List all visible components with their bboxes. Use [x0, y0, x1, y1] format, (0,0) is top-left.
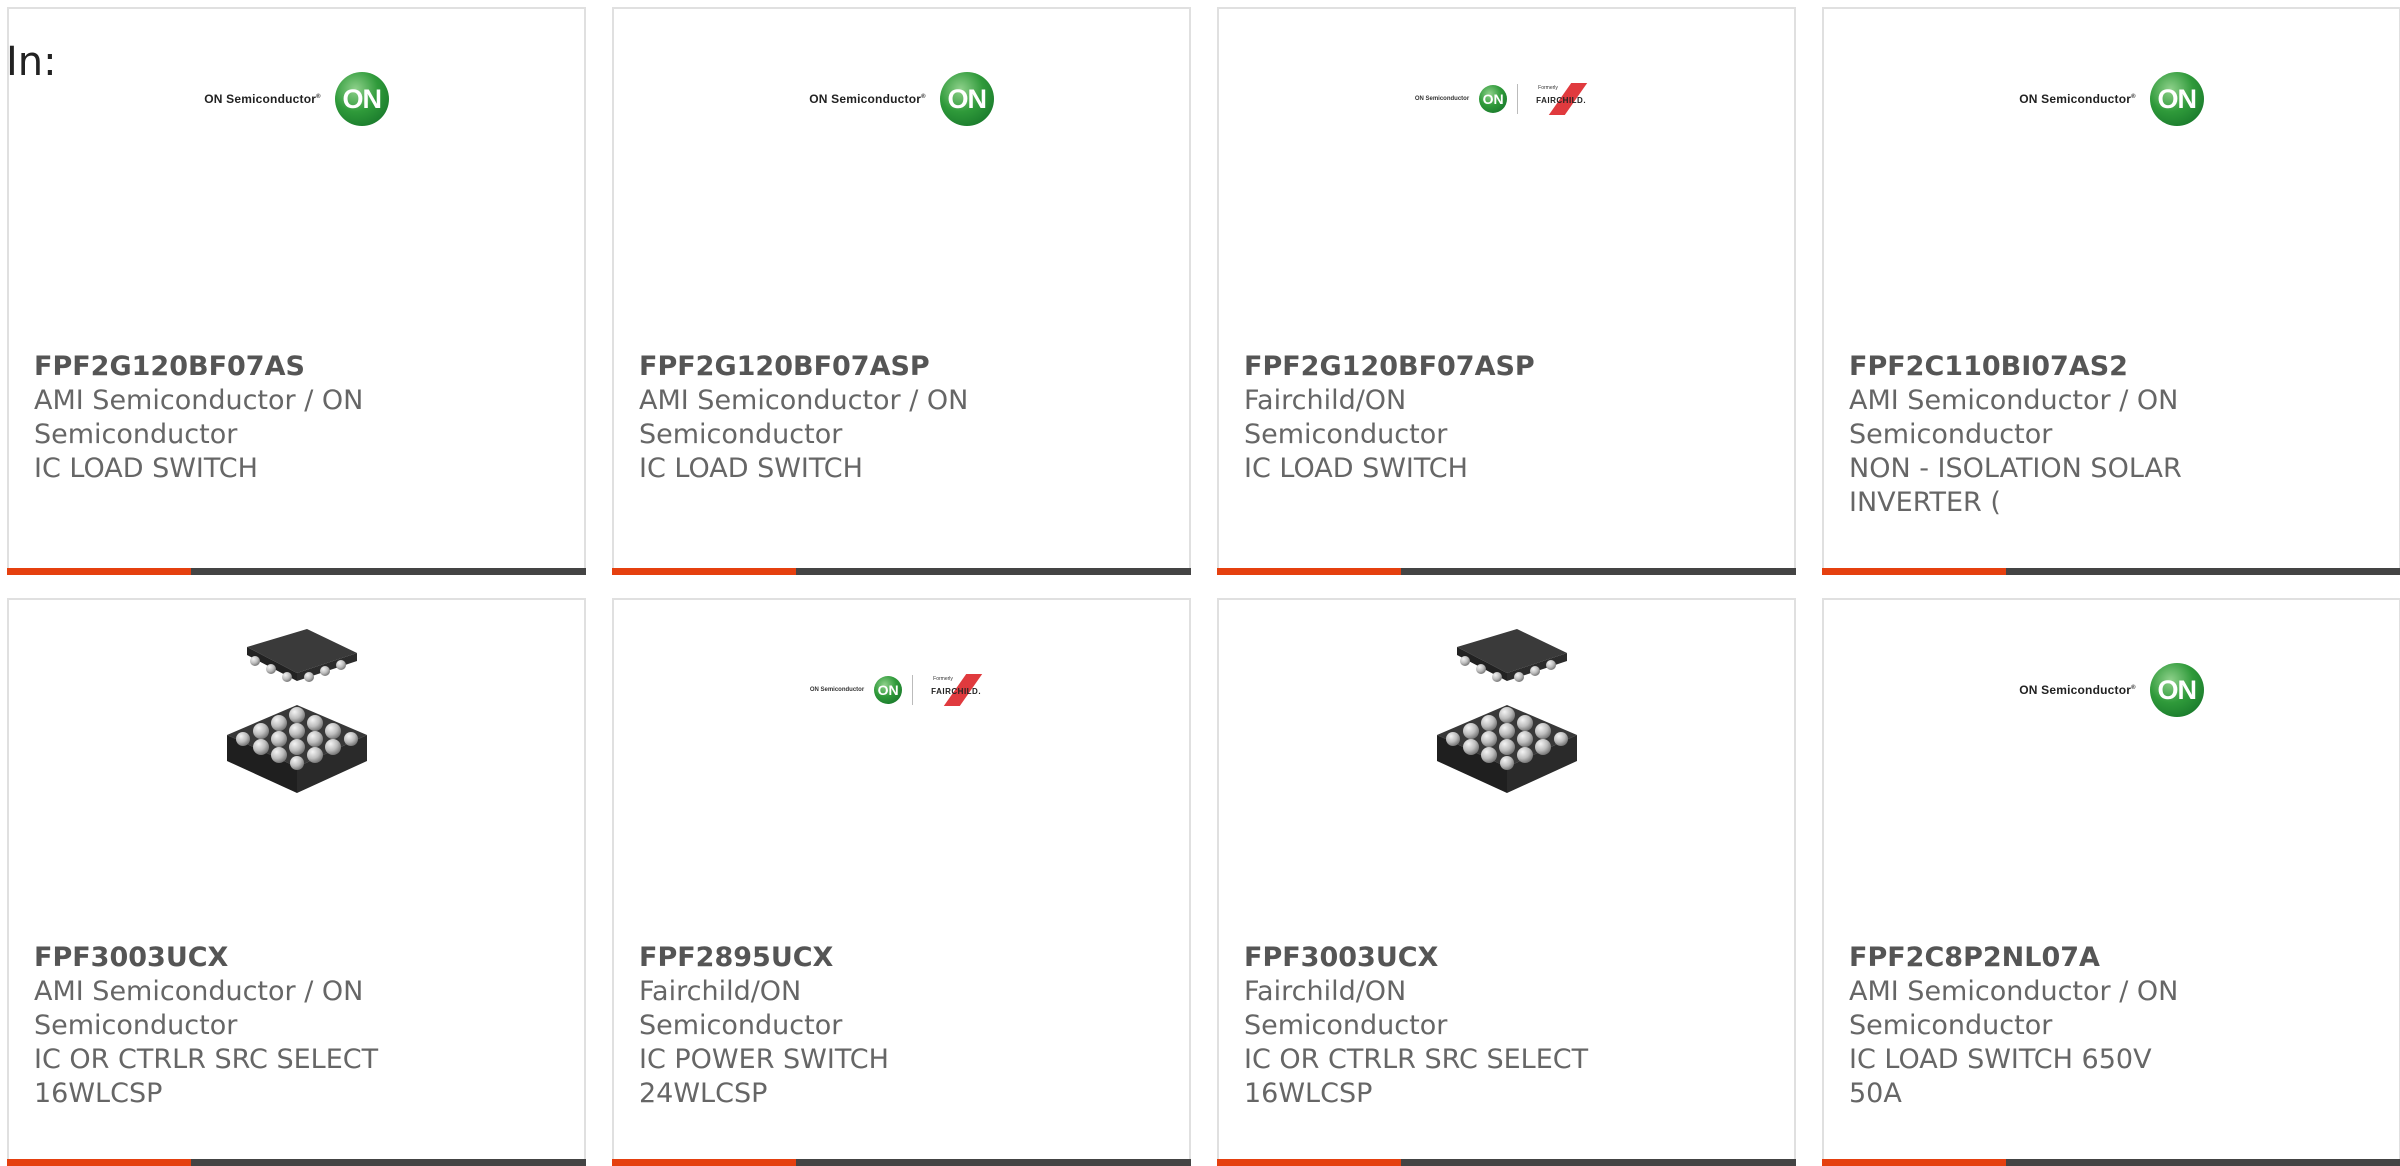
on-logo-icon: ON	[2149, 663, 2204, 717]
card-bottom-bar	[1217, 568, 1796, 575]
product-description: IC POWER SWITCH 24WLCSP	[639, 1044, 889, 1109]
card-bottom-bar	[7, 1159, 586, 1166]
fairchild-formerly-text: Formerly	[1538, 85, 1558, 91]
product-grid: ON Semiconductor® ON FPF2G120BF07AS AMI S…	[7, 7, 2400, 1166]
card-accent-bar	[1217, 568, 1401, 575]
manufacturer: AMI Semiconductor / ON Semiconductor	[639, 385, 969, 450]
manufacturer: Fairchild/ON Semiconductor	[1244, 976, 1448, 1041]
product-image[interactable]: ON Semiconductor® ON	[1824, 9, 2399, 349]
card-bottom-bar	[1822, 1159, 2400, 1166]
wlcsp-chip-image	[1436, 629, 1577, 793]
card-accent-bar	[1822, 568, 2006, 575]
part-number[interactable]: FPF2C110BI07AS2	[1849, 350, 2209, 384]
product-info: FPF2C8P2NL07A AMI Semiconductor / ON Semi…	[1849, 941, 2209, 1111]
product-image[interactable]	[1219, 600, 1794, 940]
fairchild-wordmark: FAIRCHILD.	[1536, 96, 1587, 105]
product-info: FPF2G120BF07ASP AMI Semiconductor / ON Se…	[639, 350, 999, 486]
card-accent-bar	[1822, 1159, 2006, 1166]
card-accent-bar	[7, 1159, 191, 1166]
product-info: FPF2G120BF07ASP Fairchild/ON Semiconducto…	[1244, 350, 1604, 486]
manufacturer: Fairchild/ON Semiconductor	[1244, 385, 1448, 450]
part-number[interactable]: FPF3003UCX	[1244, 941, 1604, 975]
product-description: IC OR CTRLR SRC SELECT 16WLCSP	[1244, 1044, 1589, 1109]
card-accent-bar	[7, 568, 191, 575]
product-info: FPF2895UCX Fairchild/ON Semiconductor IC P…	[639, 941, 999, 1111]
on-fairchild-logo: ON Semiconductor ON Formerly FAIRCHILD.	[1415, 83, 1598, 115]
card-accent-bar	[1217, 1159, 1401, 1166]
product-card[interactable]: FPF3003UCX AMI Semiconductor / ON Semicon…	[7, 598, 586, 1166]
on-semiconductor-wordmark: ON Semiconductor®	[2019, 92, 2136, 106]
part-number[interactable]: FPF2G120BF07AS	[34, 350, 394, 384]
card-accent-bar	[612, 568, 796, 575]
product-info: FPF3003UCX Fairchild/ON Semiconductor IC O…	[1244, 941, 1604, 1111]
product-image[interactable]: ON Semiconductor® ON	[9, 9, 584, 349]
part-number[interactable]: FPF2895UCX	[639, 941, 999, 975]
wlcsp-chip-image	[226, 629, 367, 793]
product-image[interactable]: ON Semiconductor® ON	[1824, 600, 2399, 940]
product-image[interactable]: ON Semiconductor ON Formerly FAIRCHILD.	[614, 600, 1189, 940]
part-number[interactable]: FPF2G120BF07ASP	[1244, 350, 1604, 384]
on-semiconductor-logo: ON Semiconductor® ON	[2019, 72, 2204, 126]
card-bottom-bar	[1822, 568, 2400, 575]
fairchild-formerly-text: Formerly	[933, 676, 953, 682]
on-semiconductor-logo: ON Semiconductor® ON	[2019, 663, 2204, 717]
manufacturer: AMI Semiconductor / ON Semiconductor	[1849, 385, 2179, 450]
part-number[interactable]: FPF2C8P2NL07A	[1849, 941, 2209, 975]
product-card[interactable]: ON Semiconductor® ON FPF2G120BF07AS AMI S…	[7, 7, 586, 575]
product-info: FPF2C110BI07AS2 AMI Semiconductor / ON Se…	[1849, 350, 2209, 520]
on-semiconductor-logo: ON Semiconductor® ON	[809, 72, 994, 126]
fairchild-wordmark: FAIRCHILD.	[931, 687, 982, 696]
product-info: FPF2G120BF07AS AMI Semiconductor / ON Sem…	[34, 350, 394, 486]
product-image[interactable]: ON Semiconductor® ON	[614, 9, 1189, 349]
fairchild-logo-icon: Formerly FAIRCHILD.	[1528, 83, 1598, 115]
card-bottom-bar	[7, 568, 586, 575]
on-semiconductor-wordmark: ON Semiconductor®	[204, 92, 321, 106]
on-semiconductor-wordmark: ON Semiconductor®	[2019, 683, 2136, 697]
product-card[interactable]: ON Semiconductor® ON FPF2C110BI07AS2 AMI …	[1822, 7, 2400, 575]
product-description: IC LOAD SWITCH	[34, 453, 258, 484]
card-bottom-bar	[612, 1159, 1191, 1166]
part-number[interactable]: FPF3003UCX	[34, 941, 394, 975]
on-logo-icon: ON	[874, 676, 903, 704]
product-image[interactable]: ON Semiconductor ON Formerly FAIRCHILD.	[1219, 9, 1794, 349]
product-description: IC OR CTRLR SRC SELECT 16WLCSP	[34, 1044, 379, 1109]
product-info: FPF3003UCX AMI Semiconductor / ON Semicon…	[34, 941, 394, 1111]
product-description: IC LOAD SWITCH 650V 50A	[1849, 1044, 2152, 1109]
logo-divider	[1517, 84, 1519, 114]
product-card[interactable]: ON Semiconductor® ON FPF2G120BF07ASP AMI …	[612, 7, 1191, 575]
product-card[interactable]: ON Semiconductor ON Formerly FAIRCHILD. …	[612, 598, 1191, 1166]
manufacturer: AMI Semiconductor / ON Semiconductor	[34, 976, 364, 1041]
manufacturer: AMI Semiconductor / ON Semiconductor	[1849, 976, 2179, 1041]
on-semiconductor-wordmark: ON Semiconductor®	[809, 92, 926, 106]
fairchild-logo-icon: Formerly FAIRCHILD.	[923, 674, 993, 706]
on-logo-icon: ON	[939, 72, 994, 126]
on-semiconductor-wordmark: ON Semiconductor	[1414, 96, 1470, 102]
product-image[interactable]	[9, 600, 584, 940]
product-description: IC LOAD SWITCH	[1244, 453, 1468, 484]
on-semiconductor-wordmark: ON Semiconductor	[809, 687, 865, 693]
product-description: IC LOAD SWITCH	[639, 453, 863, 484]
product-card[interactable]: ON Semiconductor ON Formerly FAIRCHILD. …	[1217, 7, 1796, 575]
card-bottom-bar	[1217, 1159, 1796, 1166]
product-description: NON - ISOLATION SOLAR INVERTER (	[1849, 453, 2182, 518]
manufacturer: AMI Semiconductor / ON Semiconductor	[34, 385, 364, 450]
on-logo-icon: ON	[1479, 85, 1508, 113]
manufacturer: Fairchild/ON Semiconductor	[639, 976, 843, 1041]
product-card[interactable]: ON Semiconductor® ON FPF2C8P2NL07A AMI Se…	[1822, 598, 2400, 1166]
on-fairchild-logo: ON Semiconductor ON Formerly FAIRCHILD.	[810, 674, 993, 706]
part-number[interactable]: FPF2G120BF07ASP	[639, 350, 999, 384]
card-bottom-bar	[612, 568, 1191, 575]
product-card[interactable]: FPF3003UCX Fairchild/ON Semiconductor IC O…	[1217, 598, 1796, 1166]
on-logo-icon: ON	[2149, 72, 2204, 126]
filter-label: In:	[6, 39, 57, 85]
card-accent-bar	[612, 1159, 796, 1166]
on-semiconductor-logo: ON Semiconductor® ON	[204, 72, 389, 126]
on-logo-icon: ON	[334, 72, 389, 126]
logo-divider	[912, 675, 914, 705]
